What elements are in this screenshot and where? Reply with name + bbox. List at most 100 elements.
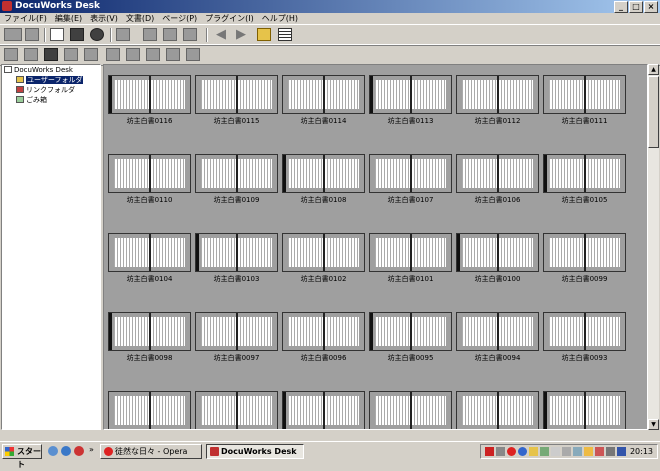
document-thumbnail[interactable]: 坊主白書0098 [108,312,191,362]
close-button[interactable]: × [644,1,658,13]
document-thumbnail[interactable]: 坊主白書0103 [195,233,278,283]
scroll-down-button[interactable]: ▼ [648,419,659,430]
tray-volume-icon[interactable] [606,447,615,456]
scan-icon[interactable] [183,28,197,41]
page-preview [543,312,626,351]
list-view-icon[interactable] [278,28,292,41]
tray-network-icon[interactable] [573,447,582,456]
page-up-icon[interactable] [143,28,157,41]
document-thumbnail[interactable]: 坊主白書0095 [369,312,452,362]
menu-file[interactable]: ファイル(F) [0,13,51,24]
folder-up-icon[interactable] [257,28,271,41]
document-thumbnail[interactable]: 坊主白書0104 [108,233,191,283]
start-button[interactable]: スタート [2,444,42,469]
merge-icon[interactable] [126,48,140,61]
document-thumbnail[interactable]: 坊主白書0112 [456,75,539,125]
annotation-icon[interactable] [64,48,78,61]
vertical-scrollbar[interactable]: ▲ ▼ [648,64,659,430]
document-thumbnail[interactable] [195,391,278,429]
document-thumbnail[interactable]: 坊主白書0114 [282,75,365,125]
ime-icon[interactable] [485,447,494,456]
new-binder-icon[interactable] [4,48,18,61]
page-spine [323,155,325,192]
document-thumbnail[interactable] [543,391,626,429]
tree-item-link-folder[interactable]: リンクフォルダ [16,86,75,95]
scroll-thumb[interactable] [648,76,659,148]
document-thumbnail[interactable]: 坊主白書0110 [108,154,191,204]
document-thumbnail[interactable]: 坊主白書0113 [369,75,452,125]
document-thumbnail[interactable]: 坊主白書0101 [369,233,452,283]
desk-icon[interactable] [4,28,22,41]
menu-help[interactable]: ヘルプ(H) [258,13,302,24]
toolbar-separator [44,28,46,42]
ie-icon[interactable] [61,446,71,456]
document-thumbnail[interactable]: 坊主白書0108 [282,154,365,204]
docuworks-app-icon[interactable] [2,1,12,11]
document-thumbnail[interactable]: 坊主白書0111 [543,75,626,125]
tray-doc-icon[interactable] [551,447,560,456]
page-spine [497,155,499,192]
forward-arrow-icon[interactable]: ▶ [234,28,248,41]
stamp-icon[interactable] [84,48,98,61]
tray-tool-icon[interactable] [540,447,549,456]
quicklaunch-more-icon[interactable]: » [89,445,94,454]
book-view-icon[interactable] [70,28,84,41]
unbind-icon[interactable] [44,48,58,61]
back-arrow-icon[interactable]: ◀ [214,28,228,41]
document-thumbnail[interactable]: 坊主白書0115 [195,75,278,125]
tree-root[interactable]: DocuWorks Desk [4,66,73,75]
tray-monitor-icon[interactable] [617,447,626,456]
tray-folder-icon[interactable] [529,447,538,456]
document-thumbnail[interactable]: 坊主白書0107 [369,154,452,204]
attribute-icon[interactable] [166,48,180,61]
document-thumbnail[interactable]: 坊主白書0100 [456,233,539,283]
tray-globe-icon[interactable] [518,447,527,456]
task-docuworks[interactable]: DocuWorks Desk [206,444,304,459]
thumbnail-view-icon[interactable] [116,28,130,41]
document-thumbnail[interactable]: 坊主白書0099 [543,233,626,283]
cabinet-icon[interactable] [25,28,39,41]
document-thumbnail[interactable]: 坊主白書0096 [282,312,365,362]
document-thumbnail[interactable]: 坊主白書0106 [456,154,539,204]
bind-icon[interactable] [24,48,38,61]
binoculars-icon[interactable] [90,28,104,41]
print-icon[interactable] [163,28,177,41]
page-spine [584,234,586,271]
page-spine [236,76,238,113]
menu-document[interactable]: 文書(D) [122,13,158,24]
rotate-icon[interactable] [106,48,120,61]
document-thumbnail[interactable]: 坊主白書0093 [543,312,626,362]
tray-app-icon[interactable] [496,447,505,456]
document-thumbnail[interactable]: 坊主白書0116 [108,75,191,125]
task-opera[interactable]: 徒然な日々 - Opera [100,444,202,459]
window-controls: _ □ × [614,1,658,13]
tray-opera-icon[interactable] [507,447,516,456]
tree-item-user-folder[interactable]: ユーザーフォルダ [16,76,84,85]
document-thumbnail[interactable]: 坊主白書0094 [456,312,539,362]
document-thumbnail[interactable] [456,391,539,429]
menu-page[interactable]: ページ(P) [158,13,201,24]
document-thumbnail[interactable] [369,391,452,429]
document-thumbnail[interactable]: 坊主白書0105 [543,154,626,204]
opera-quicklaunch-icon[interactable] [74,446,84,456]
document-thumbnail[interactable]: 坊主白書0097 [195,312,278,362]
show-desktop-icon[interactable] [48,446,58,456]
tree-item-trash[interactable]: ごみ箱 [16,96,47,105]
split-icon[interactable] [146,48,160,61]
page-spine [236,392,238,429]
tray-alert-icon[interactable] [595,447,604,456]
maximize-button[interactable]: □ [629,1,643,13]
tray-mail-icon[interactable] [584,447,593,456]
document-thumbnail[interactable] [282,391,365,429]
document-thumbnail[interactable]: 坊主白書0109 [195,154,278,204]
minimize-button[interactable]: _ [614,1,628,13]
document-thumbnail[interactable] [108,391,191,429]
menu-edit[interactable]: 編集(E) [51,13,86,24]
tray-printer-icon[interactable] [562,447,571,456]
menu-view[interactable]: 表示(V) [86,13,122,24]
viewer-icon[interactable] [50,28,64,41]
scroll-up-button[interactable]: ▲ [648,64,659,75]
document-thumbnail[interactable]: 坊主白書0102 [282,233,365,283]
convert-icon[interactable] [186,48,200,61]
menu-plugin[interactable]: プラグイン(I) [201,13,258,24]
